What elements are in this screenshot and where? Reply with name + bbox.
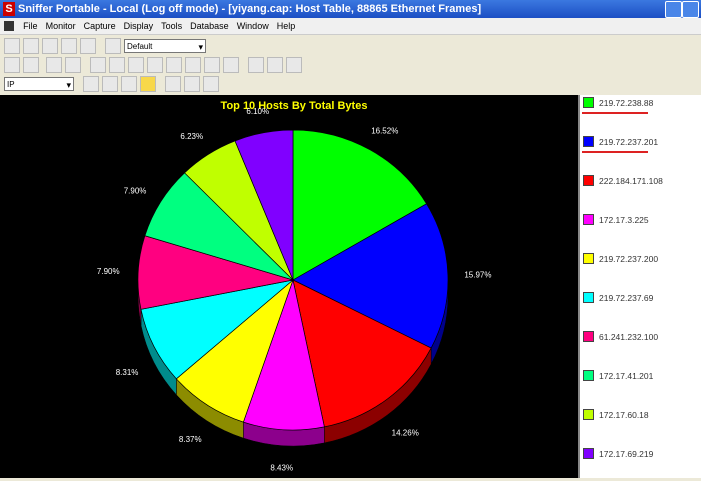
- profile-select[interactable]: Default: [124, 39, 206, 54]
- properties-icon[interactable]: [203, 76, 219, 92]
- legend-item: 219.72.237.69: [583, 292, 653, 303]
- menu-file[interactable]: File: [23, 18, 38, 34]
- ping-icon[interactable]: [267, 57, 283, 73]
- protocol-select[interactable]: IP: [4, 77, 74, 92]
- menu-window[interactable]: Window: [237, 18, 269, 34]
- application-response-icon[interactable]: [147, 57, 163, 73]
- pie-chart-panel: Top 10 Hosts By Total Bytes 16.52% 15.97%…: [0, 95, 578, 478]
- window-title: Sniffer Portable - Local (Log off mode) …: [18, 3, 482, 15]
- legend-swatch: [583, 97, 594, 108]
- legend-item: 219.72.237.200: [583, 253, 658, 264]
- view-toolbar: IP: [4, 75, 219, 93]
- pie-chart: Top 10 Hosts By Total Bytes 16.52% 15.97%…: [97, 100, 492, 473]
- stop-capture-button[interactable]: [42, 38, 58, 54]
- capture-toolbar: Default: [4, 37, 206, 55]
- legend-label: 172.17.69.219: [599, 448, 654, 459]
- slice-label: 7.90%: [124, 186, 147, 195]
- legend-swatch: [583, 331, 594, 342]
- legend-label: 219.72.237.69: [599, 292, 654, 303]
- legend-label: 222.184.171.108: [599, 175, 663, 186]
- legend-label: 219.72.238.88: [599, 97, 654, 108]
- display-button[interactable]: [80, 38, 96, 54]
- legend-swatch: [583, 292, 594, 303]
- legend-item: 172.17.3.225: [583, 214, 649, 225]
- legend-swatch: [583, 214, 594, 225]
- legend-item: 61.241.232.100: [583, 331, 658, 342]
- start-capture-button[interactable]: [4, 38, 20, 54]
- print-icon[interactable]: [46, 57, 62, 73]
- legend-label: 61.241.232.100: [599, 331, 659, 342]
- legend-item: 172.17.69.219: [583, 448, 653, 459]
- save-icon[interactable]: [23, 57, 39, 73]
- menu-database[interactable]: Database: [190, 18, 229, 34]
- menu-tools[interactable]: Tools: [161, 18, 182, 34]
- slice-label: 8.43%: [270, 464, 293, 473]
- open-icon[interactable]: [4, 57, 20, 73]
- legend-item: 172.17.60.18: [583, 409, 649, 420]
- legend-swatch: [583, 136, 594, 147]
- legend-item: 222.184.171.108: [583, 175, 663, 186]
- pause-capture-button[interactable]: [23, 38, 39, 54]
- menu-monitor[interactable]: Monitor: [46, 18, 76, 34]
- detail-icon[interactable]: [165, 76, 181, 92]
- menu-display[interactable]: Display: [124, 18, 154, 34]
- legend-item: 219.72.237.201: [583, 136, 658, 147]
- slice-label: 14.26%: [392, 429, 419, 438]
- pie-chart-icon[interactable]: [140, 76, 156, 92]
- protocol-icon[interactable]: [185, 57, 201, 73]
- legend-swatch: [583, 370, 594, 381]
- tools-icon[interactable]: [248, 57, 264, 73]
- legend-label: 172.17.60.18: [599, 409, 649, 420]
- legend-swatch: [583, 409, 594, 420]
- highlight-underline: [582, 151, 648, 153]
- minimize-button[interactable]: [665, 1, 682, 18]
- matrix-icon[interactable]: [128, 57, 144, 73]
- legend-swatch: [583, 253, 594, 264]
- title-bar: S Sniffer Portable - Local (Log off mode)…: [0, 0, 701, 18]
- legend-label: 172.17.41.201: [599, 370, 654, 381]
- menu-bar: File Monitor Capture Display Tools Database Wi…: [0, 18, 701, 35]
- legend-item: 219.72.238.88: [583, 97, 653, 108]
- host-table-icon[interactable]: [109, 57, 125, 73]
- filter-button[interactable]: [105, 38, 121, 54]
- menu-capture[interactable]: Capture: [84, 18, 116, 34]
- global-stats-icon[interactable]: [204, 57, 220, 73]
- slice-label: 7.90%: [97, 267, 120, 276]
- legend-item: 172.17.41.201: [583, 370, 653, 381]
- legend-label: 172.17.3.225: [599, 214, 649, 225]
- main-toolbar: [4, 56, 302, 74]
- document-icon[interactable]: [4, 21, 14, 31]
- print-preview-icon[interactable]: [65, 57, 81, 73]
- trace-icon[interactable]: [286, 57, 302, 73]
- app-logo: S: [3, 2, 15, 16]
- sort-icon[interactable]: [184, 76, 200, 92]
- slice-label: 6.23%: [180, 132, 203, 141]
- menu-help[interactable]: Help: [277, 18, 296, 34]
- alarm-icon[interactable]: [223, 57, 239, 73]
- legend-label: 219.72.237.200: [599, 253, 659, 264]
- slice-label: 8.37%: [179, 435, 202, 444]
- history-icon[interactable]: [166, 57, 182, 73]
- stop-display-button[interactable]: [61, 38, 77, 54]
- slice-label: 16.52%: [371, 127, 398, 136]
- legend: 219.72.238.88 219.72.237.201 222.184.171.1…: [578, 95, 701, 478]
- bar-chart-icon[interactable]: [121, 76, 137, 92]
- chart-title: Top 10 Hosts By Total Bytes: [221, 100, 368, 112]
- dashboard-icon[interactable]: [90, 57, 106, 73]
- slice-label: 15.97%: [464, 271, 491, 280]
- table-view-icon[interactable]: [83, 76, 99, 92]
- restore-button[interactable]: [682, 1, 699, 18]
- outline-view-icon[interactable]: [102, 76, 118, 92]
- legend-swatch: [583, 175, 594, 186]
- highlight-underline: [582, 112, 648, 114]
- slice-label: 8.31%: [116, 368, 139, 377]
- legend-swatch: [583, 448, 594, 459]
- legend-label: 219.72.237.201: [599, 136, 659, 147]
- slice-label: 6.10%: [246, 107, 269, 116]
